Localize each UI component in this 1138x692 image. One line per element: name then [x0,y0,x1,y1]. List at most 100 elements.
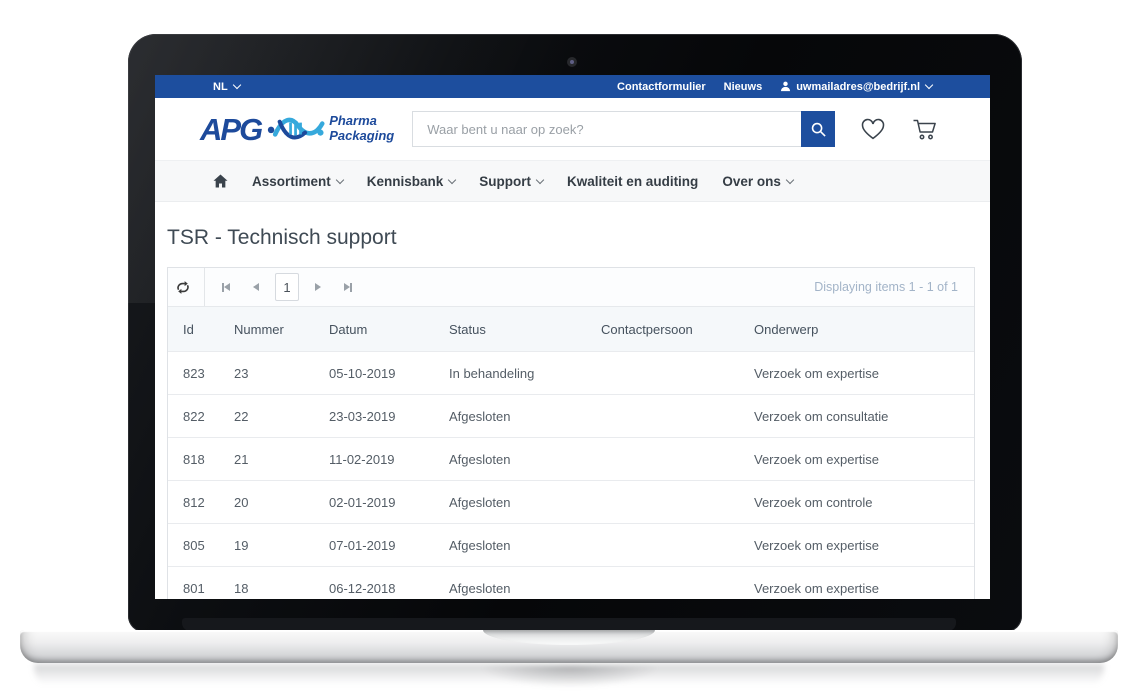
laptop-mockup: NL Contactformulier Nieuws uwmailadres@b… [0,0,1138,692]
chevron-down-icon [536,176,544,184]
cell-onderwerp: Verzoek om consultatie [739,409,974,424]
table-row[interactable]: 812 20 02-01-2019 Afgesloten Verzoek om … [168,480,974,523]
cell-id: 812 [168,495,219,510]
cell-status: Afgesloten [434,452,586,467]
nav-label: Kwaliteit en auditing [567,174,698,189]
main-nav: Assortiment Kennisbank Support Kwaliteit… [155,160,990,202]
logo-tagline: Pharma Packaging [329,114,394,144]
dna-helix-icon [267,109,325,149]
col-header-status[interactable]: Status [434,322,586,337]
nav-item-support[interactable]: Support [479,174,543,189]
contactformulier-link[interactable]: Contactformulier [617,81,706,93]
chevron-down-icon [786,176,794,184]
search-input[interactable] [412,111,801,147]
chevron-down-icon [925,81,933,89]
cell-status: Afgesloten [434,581,586,596]
search-bar [412,111,835,147]
first-page-button[interactable] [211,268,241,306]
cell-nummer: 18 [219,581,314,596]
table-row[interactable]: 818 21 11-02-2019 Afgesloten Verzoek om … [168,437,974,480]
arrow-left-icon [253,283,259,291]
nav-item-home[interactable] [213,174,228,188]
cell-status: Afgesloten [434,495,586,510]
cell-datum: 07-01-2019 [314,538,434,553]
search-icon [810,121,827,138]
wishlist-button[interactable] [860,118,886,141]
language-selector[interactable]: NL [213,81,240,93]
col-header-nummer[interactable]: Nummer [219,322,314,337]
nav-label: Support [479,174,531,189]
cell-id: 822 [168,409,219,424]
cell-status: Afgesloten [434,538,586,553]
cell-nummer: 23 [219,366,314,381]
logo[interactable]: APG Pharma Packaging [200,109,394,149]
cell-id: 805 [168,538,219,553]
page-title: TSR - Technisch support [167,202,975,250]
cart-button[interactable] [911,117,938,141]
account-email: uwmailadres@bedrijf.nl [796,81,920,93]
table-row[interactable]: 823 23 05-10-2019 In behandeling Verzoek… [168,351,974,394]
last-page-button[interactable] [333,268,363,306]
col-header-datum[interactable]: Datum [314,322,434,337]
cell-datum: 05-10-2019 [314,366,434,381]
cell-datum: 23-03-2019 [314,409,434,424]
col-header-contactpersoon[interactable]: Contactpersoon [586,322,739,337]
user-icon [780,81,791,92]
cell-onderwerp: Verzoek om expertise [739,452,974,467]
table-header-row: Id Nummer Datum Status Contactpersoon On… [168,307,974,351]
webcam-icon [567,57,577,67]
refresh-icon [175,280,191,295]
col-header-onderwerp[interactable]: Onderwerp [739,322,974,337]
nieuws-link[interactable]: Nieuws [724,81,763,93]
account-menu[interactable]: uwmailadres@bedrijf.nl [780,81,932,93]
chevron-down-icon [336,176,344,184]
pager-separator [204,268,205,306]
top-utility-bar: NL Contactformulier Nieuws uwmailadres@b… [155,75,990,98]
logo-apg-text: APG [200,114,261,145]
chevron-down-icon [448,176,456,184]
cell-onderwerp: Verzoek om expertise [739,581,974,596]
col-header-id[interactable]: Id [168,322,219,337]
cell-id: 823 [168,366,219,381]
cell-status: Afgesloten [434,409,586,424]
chevron-down-icon [232,81,240,89]
nav-item-kennisbank[interactable]: Kennisbank [367,174,456,189]
heart-icon [860,118,886,141]
site-header: APG Pharma Packaging [155,98,990,160]
tsr-grid: 1 Displaying items 1 - 1 of 1 Id Nummer … [167,267,975,599]
page-content: TSR - Technisch support [155,202,990,599]
cell-nummer: 22 [219,409,314,424]
cell-datum: 11-02-2019 [314,452,434,467]
cell-onderwerp: Verzoek om controle [739,495,974,510]
language-label: NL [213,81,228,93]
table-row[interactable]: 822 22 23-03-2019 Afgesloten Verzoek om … [168,394,974,437]
cell-nummer: 19 [219,538,314,553]
nav-label: Assortiment [252,174,331,189]
home-icon [213,174,228,188]
refresh-button[interactable] [168,268,198,306]
search-button[interactable] [801,111,835,147]
nav-label: Over ons [722,174,781,189]
laptop-reflection-center [480,666,660,688]
pager-status: Displaying items 1 - 1 of 1 [814,280,964,294]
cell-status: In behandeling [434,366,586,381]
page-number-button[interactable]: 1 [275,273,299,301]
seek-last-icon [350,283,352,292]
cell-onderwerp: Verzoek om expertise [739,538,974,553]
grid-pager: 1 Displaying items 1 - 1 of 1 [168,268,974,307]
nav-item-kwaliteit-en-auditing[interactable]: Kwaliteit en auditing [567,174,698,189]
arrow-right-icon [315,283,321,291]
table-row[interactable]: 805 19 07-01-2019 Afgesloten Verzoek om … [168,523,974,566]
cell-id: 818 [168,452,219,467]
table-row[interactable]: 801 18 06-12-2018 Afgesloten Verzoek om … [168,566,974,599]
browser-viewport: NL Contactformulier Nieuws uwmailadres@b… [155,75,990,599]
cell-nummer: 20 [219,495,314,510]
topbar-right-links: Contactformulier Nieuws uwmailadres@bedr… [617,81,932,93]
nav-item-assortiment[interactable]: Assortiment [252,174,343,189]
cell-nummer: 21 [219,452,314,467]
cart-icon [911,117,938,141]
cell-onderwerp: Verzoek om expertise [739,366,974,381]
previous-page-button[interactable] [241,268,271,306]
next-page-button[interactable] [303,268,333,306]
nav-item-over-ons[interactable]: Over ons [722,174,793,189]
